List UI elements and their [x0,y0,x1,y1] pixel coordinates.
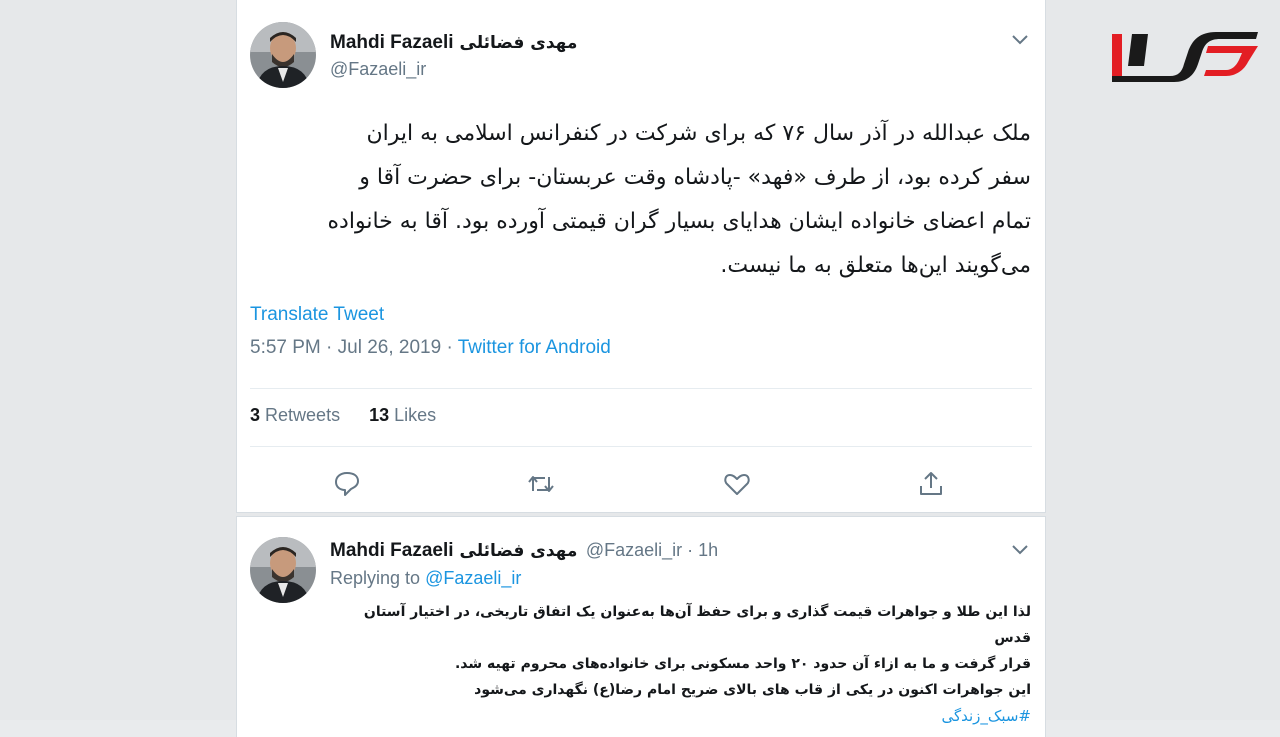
author-name[interactable]: Mahdi Fazaeli [330,32,454,53]
likes-label: Likes [394,405,437,425]
like-icon[interactable] [723,470,751,498]
replying-handle-link[interactable]: @Fazaeli_ir [425,568,521,588]
author-name-row[interactable]: Mahdi Fazaeli مهدی فضائلی @Fazaeli_ir · 1… [330,540,718,562]
author-name-row[interactable]: Mahdi Fazaeli مهدی فضائلی [330,32,577,54]
author-handle[interactable]: @Fazaeli_ir [330,59,426,80]
hashtag-link[interactable]: #سبک_زندگی [331,703,1031,729]
replying-prefix: Replying to [330,568,426,588]
tweet-line: ملک عبدالله در آذر سال ۷۶ که برای شرکت د… [366,121,1031,146]
reply-line: این جواهرات اکنون در یکی از قاب های بالا… [474,682,1031,698]
tweet-line: سفر کرده بود، از طرف «فهد» -پادشاه وقت ع… [359,165,1031,190]
reply-line: لذا این طلا و جواهرات قیمت گذاری و برای … [363,604,1031,646]
tweet-stats: 3 Retweets 13 Likes [250,405,436,426]
tweet-source-link[interactable]: Twitter for Android [458,337,611,358]
replying-to: Replying to @Fazaeli_ir [330,568,521,589]
author-handle-time[interactable]: @Fazaeli_ir · 1h [586,540,718,560]
divider [250,446,1032,447]
chevron-down-icon[interactable] [1012,545,1028,555]
reply-icon[interactable] [333,470,361,498]
rokna-logo [1108,26,1264,84]
retweets-stat[interactable]: 3 Retweets [250,405,340,425]
retweets-count: 3 [250,405,261,425]
author-name[interactable]: Mahdi Fazaeli [330,540,454,561]
reply-line: قرار گرفت و ما به ازاء آن حدود ۲۰ واحد م… [454,656,1031,672]
tweet-card-main[interactable]: Mahdi Fazaeli مهدی فضائلی @Fazaeli_ir ملک… [236,0,1046,513]
share-icon[interactable] [917,470,945,498]
reply-body: لذا این طلا و جواهرات قیمت گذاری و برای … [331,599,1031,729]
divider [250,388,1032,389]
retweet-icon[interactable] [527,470,555,498]
likes-stat[interactable]: 13 Likes [369,405,436,425]
retweets-label: Retweets [265,405,341,425]
tweet-line: می‌گویند این‌ها متعلق به ما نیست. [720,253,1031,278]
tweet-timestamp[interactable]: 5:57 PM · Jul 26, 2019 · [250,337,458,358]
tweet-card-reply[interactable]: Mahdi Fazaeli مهدی فضائلی @Fazaeli_ir · 1… [236,516,1046,737]
author-name-fa[interactable]: مهدی فضائلی [460,541,578,561]
avatar[interactable] [250,537,316,603]
chevron-down-icon[interactable] [1012,35,1028,45]
translate-tweet-link[interactable]: Translate Tweet [250,304,384,326]
tweet-line: تمام اعضای خانواده ایشان هدایای بسیار گر… [327,209,1031,234]
avatar[interactable] [250,22,316,88]
author-name-fa[interactable]: مهدی فضائلی [460,33,578,53]
tweet-meta: 5:57 PM · Jul 26, 2019 · Twitter for And… [250,337,611,359]
likes-count: 13 [369,405,390,425]
tweet-body: ملک عبدالله در آذر سال ۷۶ که برای شرکت د… [251,112,1031,288]
